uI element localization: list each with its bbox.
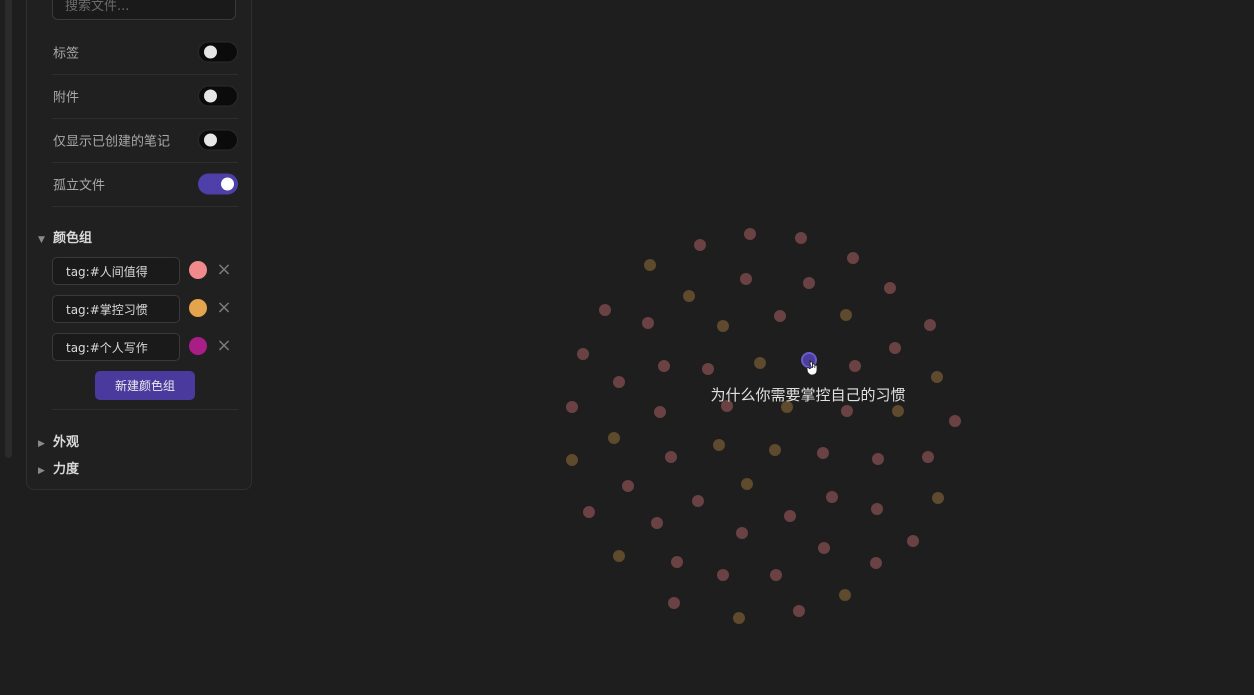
divider (52, 409, 238, 410)
graph-node[interactable] (841, 405, 853, 417)
graph-node[interactable] (839, 589, 851, 601)
graph-node[interactable] (744, 228, 756, 240)
graph-node[interactable] (907, 535, 919, 547)
graph-node[interactable] (694, 239, 706, 251)
forces-section-header[interactable]: ▶ 力度 (38, 458, 79, 477)
graph-node[interactable] (884, 282, 896, 294)
toggle-knob (204, 45, 217, 59)
tags-toggle[interactable] (198, 41, 238, 63)
graph-node[interactable] (826, 491, 838, 503)
graph-node[interactable] (924, 319, 936, 331)
color-group-query-input[interactable] (52, 295, 180, 323)
filter-row-existing-only: 仅显示已创建的笔记 (52, 118, 238, 163)
graph-node[interactable] (733, 612, 745, 624)
caret-right-icon: ▶ (38, 439, 45, 449)
existing-only-toggle[interactable] (198, 129, 238, 151)
filter-label-orphans: 孤立文件 (53, 178, 106, 194)
graph-node[interactable] (644, 259, 656, 271)
graph-node[interactable] (599, 304, 611, 316)
toggle-knob (221, 177, 234, 191)
graph-node[interactable] (668, 597, 680, 609)
graph-node[interactable] (889, 342, 901, 354)
graph-node[interactable] (754, 357, 766, 369)
graph-node[interactable] (769, 444, 781, 456)
remove-icon[interactable]: × (216, 261, 232, 279)
graph-node[interactable] (793, 605, 805, 617)
graph-node[interactable] (818, 542, 830, 554)
window-edge-scrollbar[interactable] (5, 0, 12, 458)
graph-node[interactable] (870, 557, 882, 569)
graph-node[interactable] (795, 232, 807, 244)
graph-node[interactable] (774, 310, 786, 322)
graph-node[interactable] (736, 527, 748, 539)
remove-icon[interactable]: × (216, 337, 232, 355)
filter-label-attachments: 附件 (53, 90, 80, 106)
color-swatch[interactable] (189, 261, 207, 279)
graph-node[interactable] (871, 503, 883, 515)
toggle-knob (204, 133, 217, 147)
graph-node[interactable] (931, 371, 943, 383)
color-swatch[interactable] (189, 337, 207, 355)
color-groups-title: 颜色组 (53, 231, 93, 246)
graph-node[interactable] (717, 320, 729, 332)
graph-node[interactable] (642, 317, 654, 329)
color-swatch[interactable] (189, 299, 207, 317)
graph-node[interactable] (622, 480, 634, 492)
attachments-toggle[interactable] (198, 85, 238, 107)
graph-node[interactable] (784, 510, 796, 522)
caret-down-icon: ▼ (38, 235, 45, 245)
graph-node[interactable] (613, 376, 625, 388)
graph-node[interactable] (692, 495, 704, 507)
graph-node[interactable] (872, 453, 884, 465)
forces-title: 力度 (53, 462, 80, 477)
graph-node[interactable] (717, 569, 729, 581)
graph-node[interactable] (840, 309, 852, 321)
graph-node[interactable] (613, 550, 625, 562)
graph-node[interactable] (608, 432, 620, 444)
color-groups-header[interactable]: ▼ 颜色组 (38, 227, 92, 246)
graph-node[interactable] (683, 290, 695, 302)
graph-node[interactable] (770, 569, 782, 581)
graph-node[interactable] (702, 363, 714, 375)
graph-node[interactable] (892, 405, 904, 417)
graph-node-label: 为什么你需要掌控自己的习惯 (710, 386, 906, 404)
caret-right-icon: ▶ (38, 466, 45, 476)
graph-node[interactable] (741, 478, 753, 490)
filter-row-tags: 标签 (52, 30, 238, 75)
graph-node[interactable] (671, 556, 683, 568)
graph-node[interactable] (803, 277, 815, 289)
graph-node[interactable] (577, 348, 589, 360)
remove-icon[interactable]: × (216, 299, 232, 317)
graph-node[interactable] (651, 517, 663, 529)
toggle-knob (204, 89, 217, 103)
file-search-input[interactable] (52, 0, 236, 20)
hand-pointer-icon (806, 360, 818, 376)
graph-node[interactable] (817, 447, 829, 459)
filter-row-orphans: 孤立文件 (52, 162, 238, 207)
graph-node[interactable] (583, 506, 595, 518)
graph-node[interactable] (932, 492, 944, 504)
graph-node[interactable] (654, 406, 666, 418)
graph-node[interactable] (665, 451, 677, 463)
filter-label-existing-only: 仅显示已创建的笔记 (53, 134, 171, 150)
graph-node[interactable] (566, 401, 578, 413)
filter-row-attachments: 附件 (52, 74, 238, 119)
appearance-section-header[interactable]: ▶ 外观 (38, 431, 79, 450)
graph-node[interactable] (658, 360, 670, 372)
graph-node[interactable] (922, 451, 934, 463)
appearance-title: 外观 (53, 435, 80, 450)
new-color-group-button[interactable]: 新建颜色组 (95, 371, 195, 400)
graph-node[interactable] (566, 454, 578, 466)
color-group-query-input[interactable] (52, 333, 180, 361)
graph-node[interactable] (740, 273, 752, 285)
graph-node[interactable] (949, 415, 961, 427)
color-group-query-input[interactable] (52, 257, 180, 285)
graph-node[interactable] (713, 439, 725, 451)
graph-node[interactable] (849, 360, 861, 372)
filter-label-tags: 标签 (53, 46, 80, 62)
orphans-toggle[interactable] (198, 173, 238, 195)
graph-node[interactable] (847, 252, 859, 264)
